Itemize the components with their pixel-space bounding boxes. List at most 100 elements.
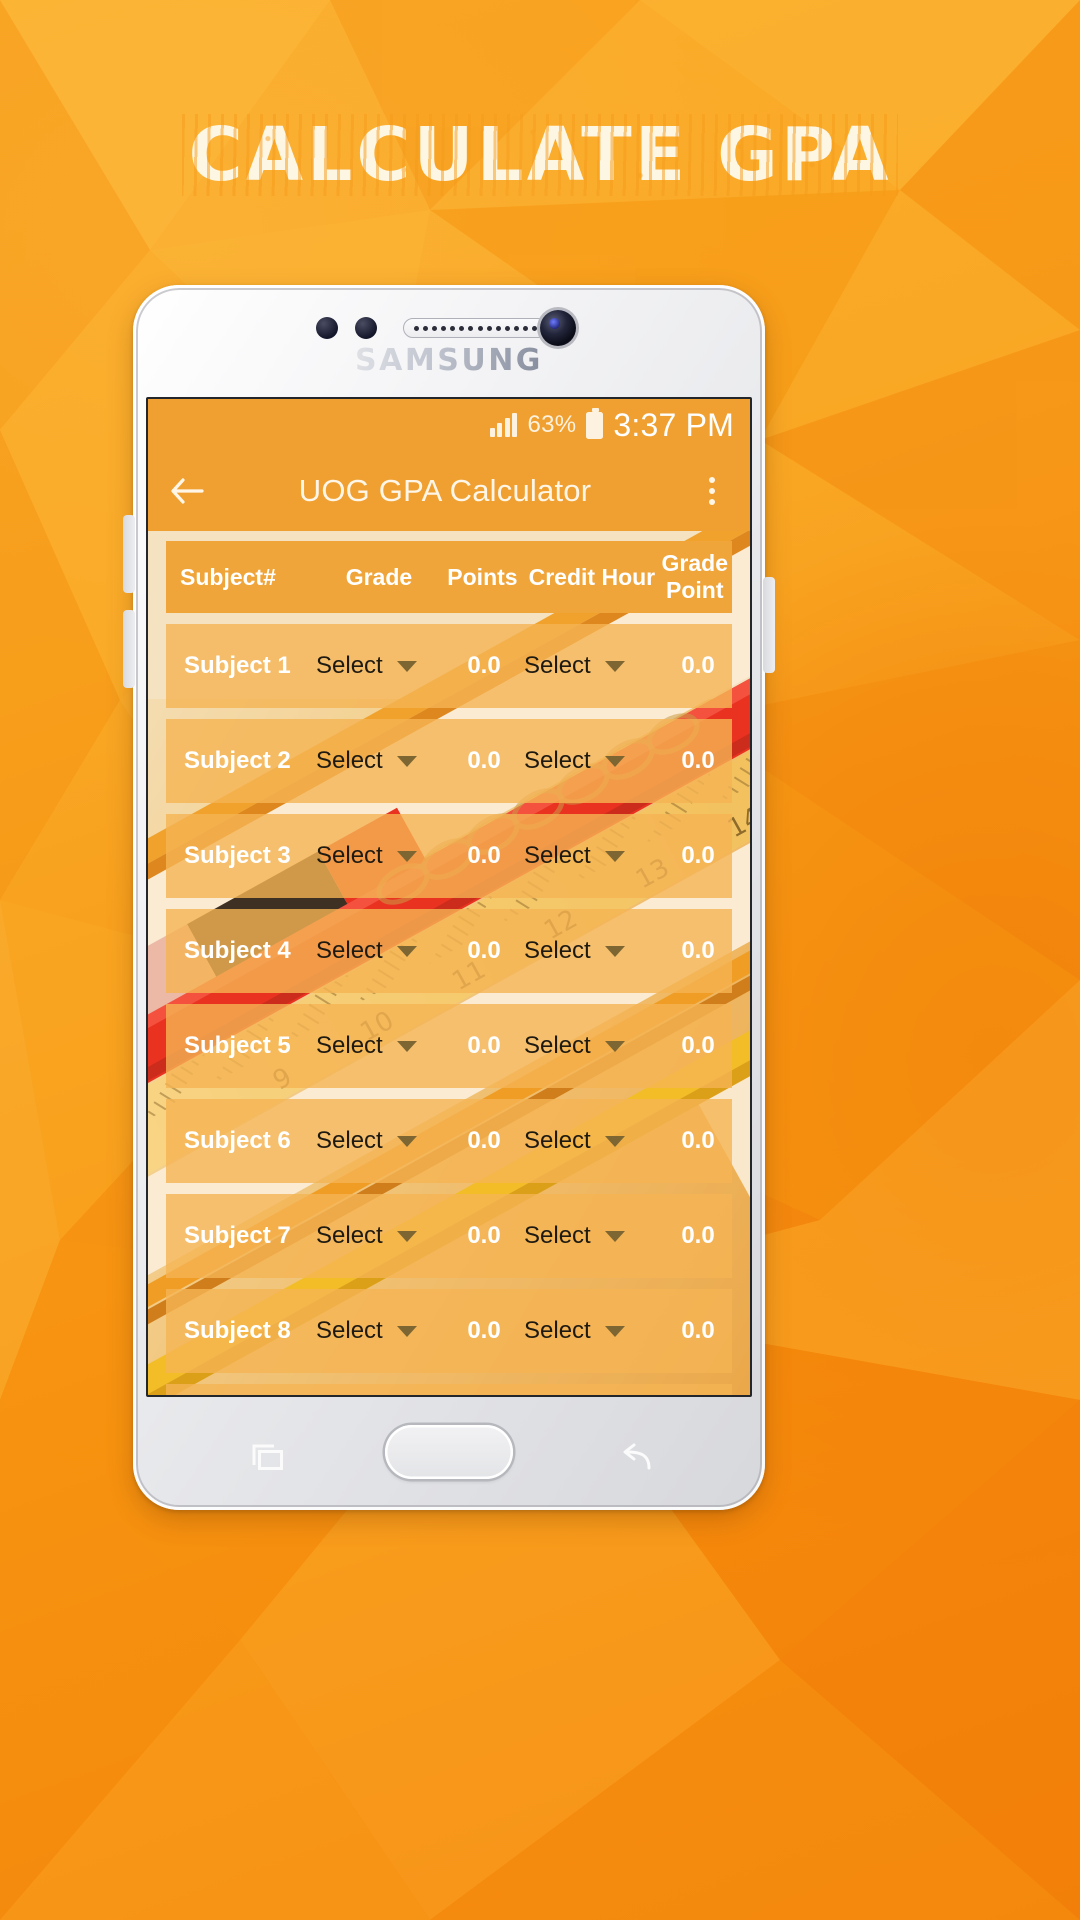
points-value: 0.0 bbox=[467, 1317, 501, 1344]
overflow-menu-icon[interactable] bbox=[690, 468, 734, 514]
grade-dropdown[interactable]: Select bbox=[316, 747, 444, 775]
points-value: 0.0 bbox=[467, 1127, 501, 1154]
credit-hour-dropdown-value: Select bbox=[524, 842, 591, 869]
chevron-down-icon bbox=[604, 660, 625, 672]
credit-hour-dropdown-value: Select bbox=[524, 652, 591, 679]
grade-dropdown[interactable]: Select bbox=[316, 652, 444, 680]
grade-point-value: 0.0 bbox=[681, 937, 715, 964]
column-header-subject: Subject# bbox=[180, 563, 276, 590]
chevron-down-icon bbox=[396, 945, 417, 957]
back-arrow-glyph bbox=[171, 478, 204, 504]
app-bar: UOG GPA Calculator bbox=[148, 451, 750, 531]
grade-point-value: 0.0 bbox=[681, 747, 715, 774]
grade-dropdown-value: Select bbox=[316, 1127, 383, 1154]
grade-dropdown[interactable]: Select bbox=[316, 842, 444, 870]
signal-bars-icon bbox=[489, 413, 518, 437]
credit-hour-dropdown[interactable]: Select bbox=[524, 1032, 664, 1060]
grade-point-value: 0.0 bbox=[681, 842, 715, 869]
status-bar-clock: 3:37 PM bbox=[613, 406, 734, 443]
page-header-title: UOG GPA Calculator bbox=[298, 473, 592, 508]
subject-label: Subject 7 bbox=[184, 1222, 291, 1249]
phone-mockup: SAMSUNG 14 63% 3:37 PM UOG GPA Calculato… bbox=[123, 285, 775, 1510]
grade-point-value: 0.0 bbox=[681, 1222, 715, 1249]
phone-screen: 9 10 11 12 13 14 15 bbox=[146, 397, 752, 1397]
column-header-grade: Grade bbox=[345, 563, 413, 590]
status-bar: 63% 3:37 PM bbox=[148, 399, 750, 451]
points-value: 0.0 bbox=[467, 747, 501, 774]
table-row[interactable]: Subject 4 Select 0.0 Select 0.0 bbox=[166, 909, 732, 993]
table-row[interactable]: Subject 2 Select 0.0 Select 0.0 bbox=[166, 719, 732, 803]
subject-label: Subject 8 bbox=[184, 1317, 291, 1344]
grade-dropdown-value: Select bbox=[316, 747, 383, 774]
grade-point-value: 0.0 bbox=[681, 652, 715, 679]
chevron-down-icon bbox=[396, 1135, 417, 1147]
grade-dropdown-value: Select bbox=[316, 1222, 383, 1249]
chevron-down-icon bbox=[604, 1230, 625, 1242]
chevron-down-icon bbox=[396, 1230, 417, 1242]
back-button[interactable] bbox=[619, 1443, 655, 1478]
grade-dropdown-value: Select bbox=[316, 1032, 383, 1059]
subject-label: Subject 1 bbox=[184, 652, 291, 679]
column-header-grade-point: Grade Point bbox=[661, 550, 728, 603]
table-row[interactable]: Subject 7 Select 0.0 Select 0.0 bbox=[166, 1194, 732, 1278]
grade-dropdown[interactable]: Select bbox=[316, 1032, 444, 1060]
chevron-down-icon bbox=[396, 1040, 417, 1052]
table-row[interactable]: Subject 5 Select 0.0 Select 0.0 bbox=[166, 1004, 732, 1088]
chevron-down-icon bbox=[604, 1135, 625, 1147]
grade-dropdown[interactable]: Select bbox=[316, 937, 444, 965]
subject-label: Subject 4 bbox=[184, 937, 291, 964]
table-row[interactable]: Subject 1 Select 0.0 Select 0.0 bbox=[166, 624, 732, 708]
device-brand-logo: SAMSUNG bbox=[133, 343, 765, 378]
table-row[interactable]: Subject 9 Select 0.0 Select 0.0 bbox=[166, 1384, 732, 1395]
credit-hour-dropdown[interactable]: Select bbox=[524, 747, 664, 775]
grade-point-value: 0.0 bbox=[681, 1317, 715, 1344]
table-row[interactable]: Subject 8 Select 0.0 Select 0.0 bbox=[166, 1289, 732, 1373]
power-button[interactable] bbox=[763, 577, 775, 673]
grade-dropdown-value: Select bbox=[316, 652, 383, 679]
subject-label: Subject 6 bbox=[184, 1127, 291, 1154]
grade-dropdown[interactable]: Select bbox=[316, 1222, 444, 1250]
back-icon bbox=[623, 1443, 651, 1470]
credit-hour-dropdown-value: Select bbox=[524, 1317, 591, 1344]
page-title: CALCULATE GPA bbox=[182, 112, 898, 198]
credit-hour-dropdown[interactable]: Select bbox=[524, 652, 664, 680]
credit-hour-dropdown-value: Select bbox=[524, 1032, 591, 1059]
credit-hour-dropdown-value: Select bbox=[524, 1222, 591, 1249]
grade-dropdown[interactable]: Select bbox=[316, 1127, 444, 1155]
battery-icon bbox=[586, 407, 604, 439]
chevron-down-icon bbox=[604, 1040, 625, 1052]
table-row[interactable]: Subject 3 Select 0.0 Select 0.0 bbox=[166, 814, 732, 898]
table-row[interactable]: Subject 6 Select 0.0 Select 0.0 bbox=[166, 1099, 732, 1183]
credit-hour-dropdown[interactable]: Select bbox=[524, 937, 664, 965]
grade-point-value: 0.0 bbox=[681, 1127, 715, 1154]
column-header-credit-hour: Credit Hour bbox=[528, 563, 656, 590]
credit-hour-dropdown[interactable]: Select bbox=[524, 1127, 664, 1155]
recents-button[interactable] bbox=[251, 1443, 287, 1478]
credit-hour-dropdown[interactable]: Select bbox=[524, 842, 664, 870]
volume-up-button[interactable] bbox=[123, 515, 135, 593]
points-value: 0.0 bbox=[467, 1032, 501, 1059]
credit-hour-dropdown[interactable]: Select bbox=[524, 1317, 664, 1345]
points-value: 0.0 bbox=[467, 652, 501, 679]
subject-label: Subject 5 bbox=[184, 1032, 291, 1059]
page-title-wrapper: CALCULATE GPA bbox=[0, 112, 1080, 198]
home-button[interactable] bbox=[385, 1424, 513, 1479]
volume-down-button[interactable] bbox=[123, 610, 135, 688]
grade-dropdown-value: Select bbox=[316, 1317, 383, 1344]
credit-hour-dropdown[interactable]: Select bbox=[524, 1222, 664, 1250]
subject-label: Subject 3 bbox=[184, 842, 291, 869]
subject-label: Subject 2 bbox=[184, 747, 291, 774]
column-header-points: Points bbox=[447, 563, 518, 590]
table-header-row: Subject# Grade Points Credit Hour Grade … bbox=[166, 541, 732, 613]
points-value: 0.0 bbox=[467, 1222, 501, 1249]
points-value: 0.0 bbox=[467, 937, 501, 964]
credit-hour-dropdown-value: Select bbox=[524, 747, 591, 774]
proximity-sensor-icon bbox=[316, 317, 338, 339]
chevron-down-icon bbox=[396, 660, 417, 672]
battery-percent-label: 63% bbox=[527, 411, 577, 438]
grade-point-value: 0.0 bbox=[681, 1032, 715, 1059]
grade-dropdown[interactable]: Select bbox=[316, 1317, 444, 1345]
chevron-down-icon bbox=[604, 1325, 625, 1337]
grade-dropdown-value: Select bbox=[316, 842, 383, 869]
chevron-down-icon bbox=[396, 850, 417, 862]
